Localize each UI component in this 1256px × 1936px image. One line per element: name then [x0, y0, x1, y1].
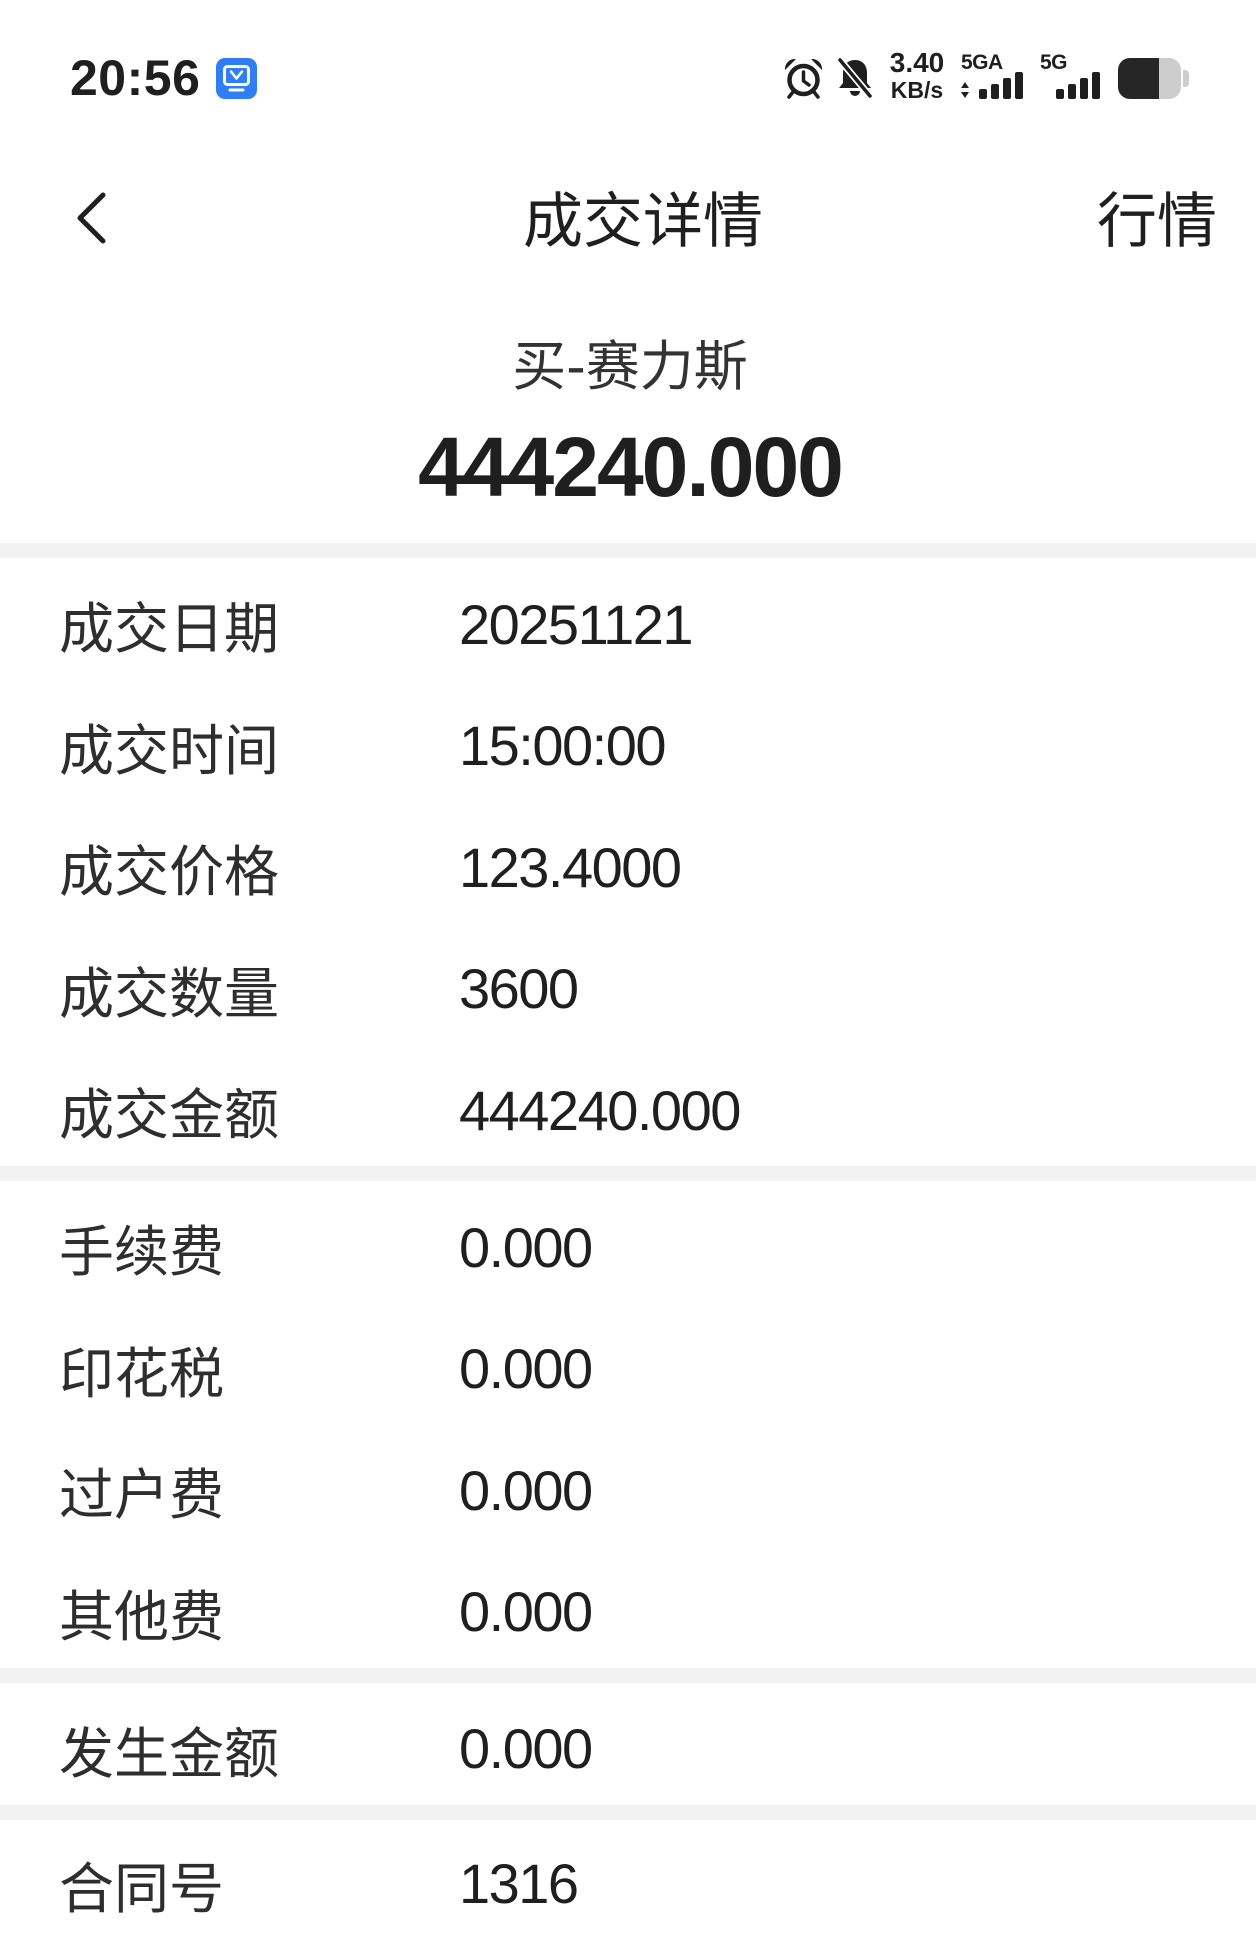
bell-muted-icon — [836, 56, 874, 99]
signal-bar — [1003, 78, 1011, 99]
trade-info-group: 成交日期 20251121 成交时间 15:00:00 成交价格 123.400… — [0, 558, 1256, 1166]
data-transfer-arrows-icon — [961, 82, 969, 88]
sim1-signal-icon — [961, 72, 1023, 99]
alarm-clock-icon — [784, 58, 823, 99]
contract-number-label: 合同号 — [59, 1856, 225, 1921]
status-bar: 20:56 3.40 KB/s 5GA 5G — [0, 0, 1256, 156]
other-fee-row: 其他费 0.000 — [0, 1556, 1256, 1668]
trade-date-row: 成交日期 20251121 — [0, 568, 1256, 680]
contract-group: 合同号 1316 — [0, 1820, 1256, 1934]
status-time: 20:56 — [70, 50, 201, 106]
network-speed-unit: KB/s — [890, 77, 944, 103]
section-divider — [0, 543, 1256, 558]
contract-number-row: 合同号 1316 — [0, 1834, 1256, 1934]
signal-bar — [1015, 72, 1023, 99]
trade-side-and-stock: 买-赛力斯 — [512, 335, 748, 398]
trade-quantity-label: 成交数量 — [59, 961, 280, 1026]
commission-label: 手续费 — [59, 1220, 225, 1284]
trade-date-value: 20251121 — [459, 592, 694, 656]
commission-value: 0.000 — [459, 1215, 593, 1279]
transfer-fee-label: 过户费 — [59, 1463, 225, 1527]
net-amount-row: 发生金额 0.000 — [0, 1693, 1256, 1805]
transfer-fee-row: 过户费 0.000 — [0, 1434, 1256, 1546]
trade-time-value: 15:00:00 — [459, 714, 666, 777]
battery-tip — [1183, 70, 1189, 87]
screen-cast-icon — [216, 58, 257, 99]
trade-detail-list: 成交日期 20251121 成交时间 15:00:00 成交价格 123.400… — [0, 543, 1256, 1934]
battery-body — [1118, 58, 1181, 99]
trade-price-label: 成交价格 — [59, 840, 280, 904]
network-speed: 3.40 KB/s — [887, 47, 947, 103]
signal-bar — [1056, 89, 1064, 99]
section-divider — [0, 1166, 1256, 1181]
trade-amount-row: 成交金额 444240.000 — [0, 1054, 1256, 1166]
stamp-tax-row: 印花税 0.000 — [0, 1313, 1256, 1425]
transfer-fee-value: 0.000 — [459, 1458, 593, 1522]
stamp-tax-label: 印花税 — [59, 1341, 225, 1406]
sim2-signal-icon — [1056, 72, 1100, 99]
trade-time-label: 成交时间 — [59, 718, 280, 783]
signal-bar — [991, 84, 999, 99]
section-divider — [0, 1804, 1256, 1820]
trade-amount-value: 444240.000 — [459, 1078, 741, 1142]
signal-bar — [1068, 84, 1076, 99]
net-amount-label: 发生金额 — [59, 1721, 280, 1786]
trade-price-row: 成交价格 123.4000 — [0, 811, 1256, 923]
section-divider — [0, 1667, 1256, 1683]
signal-bar — [1080, 78, 1088, 99]
other-fee-label: 其他费 — [59, 1584, 225, 1649]
other-fee-value: 0.000 — [459, 1580, 593, 1643]
trade-time-row: 成交时间 15:00:00 — [0, 690, 1256, 802]
stamp-tax-value: 0.000 — [459, 1337, 593, 1400]
trade-amount-headline: 444240.000 — [418, 420, 844, 514]
page-title: 成交详情 — [523, 187, 763, 257]
trade-quantity-row: 成交数量 3600 — [0, 933, 1256, 1045]
market-quote-link[interactable]: 行情 — [1097, 182, 1217, 262]
fees-group: 手续费 0.000 印花税 0.000 过户费 0.000 其他费 0.000 — [0, 1181, 1256, 1668]
trade-date-label: 成交日期 — [59, 597, 280, 661]
net-amount-value: 0.000 — [459, 1717, 593, 1780]
back-button[interactable] — [60, 176, 122, 260]
commission-row: 手续费 0.000 — [0, 1191, 1256, 1303]
trade-price-value: 123.4000 — [459, 835, 682, 899]
settlement-group: 发生金额 0.000 — [0, 1683, 1256, 1805]
network-speed-value: 3.40 — [889, 47, 945, 78]
data-transfer-arrows-icon — [961, 92, 969, 98]
trade-amount-label: 成交金额 — [59, 1083, 280, 1147]
battery-icon — [1118, 58, 1189, 99]
chevron-left-icon[interactable] — [74, 191, 108, 245]
signal-bar — [979, 89, 987, 99]
battery-fill — [1118, 58, 1159, 99]
signal-bar — [1092, 72, 1100, 99]
contract-number-value: 1316 — [459, 1852, 579, 1915]
trade-quantity-value: 3600 — [459, 957, 579, 1020]
